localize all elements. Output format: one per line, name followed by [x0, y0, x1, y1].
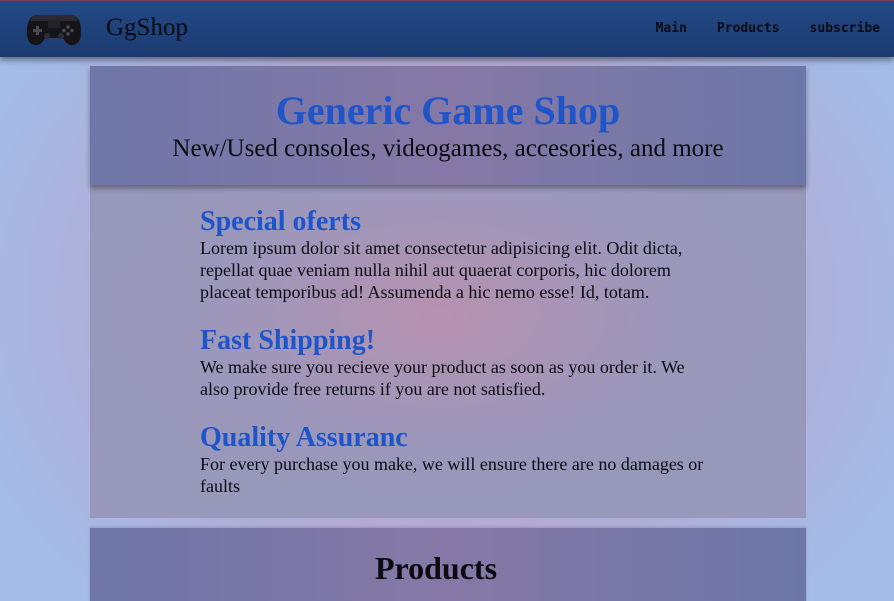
nav-links: Main Products subscribe: [656, 20, 880, 38]
feature-title: Quality Assuranc: [200, 422, 408, 453]
feature-title: Special oferts: [200, 206, 361, 237]
feature-text: We make sure you recieve your product as…: [200, 357, 685, 399]
products-heading: Products: [374, 550, 498, 586]
feature-fast-shipping: Fast Shipping! We make sure you recieve …: [200, 326, 710, 400]
nav-link-main[interactable]: Main: [656, 20, 687, 38]
navbar: GgShop Main Products subscribe: [0, 0, 894, 57]
gamepad-icon[interactable]: [26, 11, 82, 47]
nav-link-subscribe[interactable]: subscribe: [810, 20, 880, 38]
hero-banner: Generic Game Shop New/Used consoles, vid…: [90, 66, 806, 185]
hero-subtitle: New/Used consoles, videogames, accesorie…: [172, 135, 724, 162]
brand-name[interactable]: GgShop: [106, 13, 188, 43]
feature-text: For every purchase you make, we will ens…: [200, 454, 704, 496]
feature-special-offers: Special oferts Lorem ipsum dolor sit ame…: [200, 207, 710, 303]
features-section: Special oferts Lorem ipsum dolor sit ame…: [90, 185, 806, 518]
feature-text: Lorem ipsum dolor sit amet consectetur a…: [200, 238, 683, 302]
feature-quality-assurance: Quality Assuranc For every purchase you …: [200, 423, 710, 497]
hero-title: Generic Game Shop: [275, 88, 621, 133]
products-section: Products: [90, 528, 806, 601]
feature-title: Fast Shipping!: [200, 325, 376, 356]
nav-link-products[interactable]: Products: [717, 20, 780, 38]
